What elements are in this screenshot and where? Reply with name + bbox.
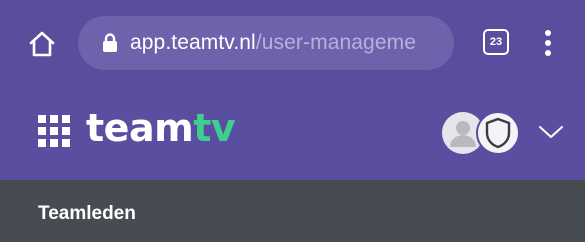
account-avatars[interactable]	[440, 110, 522, 156]
section-title: Teamleden	[38, 203, 136, 224]
apps-menu-button[interactable]	[38, 115, 70, 147]
tab-switcher-button[interactable]: 23	[483, 29, 509, 55]
home-icon	[29, 31, 55, 57]
chevron-down-icon	[539, 126, 563, 138]
account-menu-toggle[interactable]	[536, 120, 566, 144]
more-vert-icon	[545, 30, 551, 56]
apps-grid-icon	[38, 115, 70, 147]
url-text: app.teamtv.nl/user-manageme	[130, 31, 416, 55]
address-bar[interactable]: app.teamtv.nl/user-manageme	[78, 16, 454, 70]
teamtv-logo[interactable]: teamtv	[86, 106, 236, 150]
url-domain: app.teamtv.nl	[130, 31, 256, 54]
logo-tv-text: tv	[193, 106, 236, 150]
lock-icon	[102, 33, 118, 53]
browser-menu-button[interactable]	[538, 26, 558, 60]
logo-team-text: team	[86, 106, 194, 150]
url-path: /user-manageme	[255, 31, 416, 54]
tab-count: 23	[489, 36, 503, 48]
shield-icon	[476, 111, 520, 155]
home-button[interactable]	[22, 24, 62, 64]
